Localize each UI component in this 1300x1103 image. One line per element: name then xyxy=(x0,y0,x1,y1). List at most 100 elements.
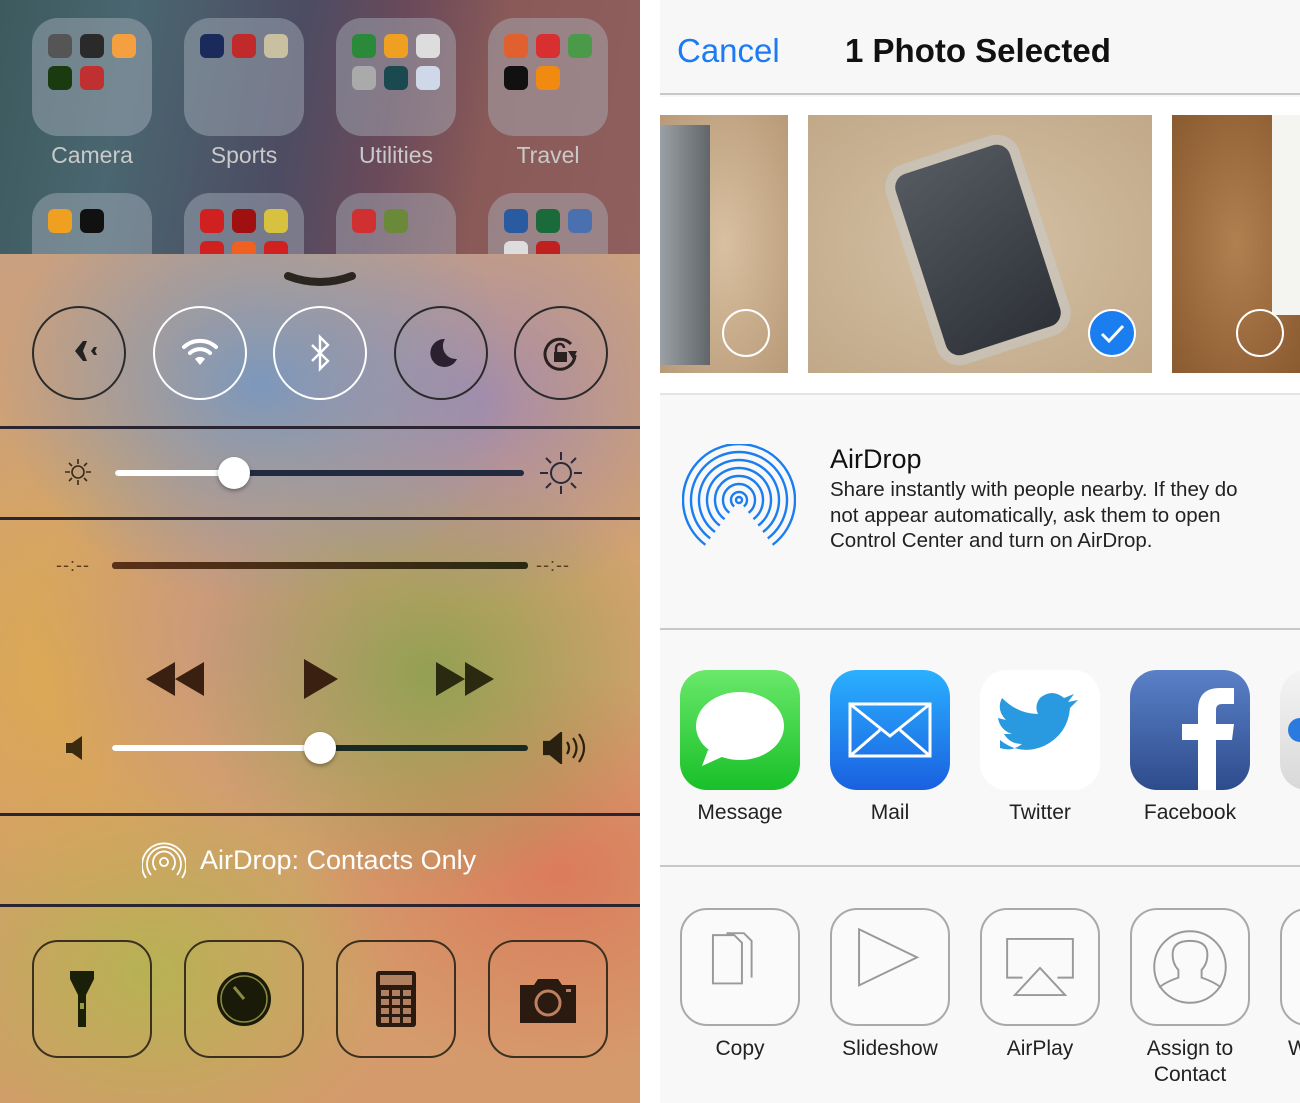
app-icon[interactable] xyxy=(416,34,440,58)
selection-circle[interactable] xyxy=(1236,309,1284,357)
airplane-icon xyxy=(63,341,97,361)
app-icon[interactable] xyxy=(232,34,256,58)
remaining-time: --:-- xyxy=(536,555,570,575)
app-icon[interactable] xyxy=(384,34,408,58)
share-app-twitter[interactable]: Twitter xyxy=(980,670,1100,826)
folder-camera[interactable] xyxy=(32,18,152,136)
share-action-label: W xyxy=(1288,1037,1300,1060)
airdrop-button[interactable]: AirDrop: Contacts Only xyxy=(142,840,476,880)
app-icon[interactable] xyxy=(504,209,528,233)
app-icon[interactable] xyxy=(384,209,408,233)
camera-button[interactable] xyxy=(488,940,608,1058)
cancel-button[interactable]: Cancel xyxy=(677,32,780,70)
contact-icon xyxy=(1153,930,1227,1004)
folder-utilities[interactable] xyxy=(336,18,456,136)
app-icon[interactable] xyxy=(48,209,72,233)
app-icon[interactable] xyxy=(352,66,376,90)
app-icon[interactable] xyxy=(200,209,224,233)
app-icon[interactable] xyxy=(504,66,528,90)
volume-low-icon xyxy=(66,736,82,760)
app-icon[interactable] xyxy=(232,209,256,233)
app-icon[interactable] xyxy=(200,34,224,58)
divider xyxy=(660,865,1300,867)
app-icon[interactable] xyxy=(568,34,592,58)
share-app-mail[interactable]: Mail xyxy=(830,670,950,826)
rotation-lock-toggle[interactable] xyxy=(514,306,608,400)
share-action-contact[interactable]: Assign to Contact xyxy=(1130,908,1250,1088)
folder-sports[interactable] xyxy=(184,18,304,136)
app-icon[interactable] xyxy=(416,66,440,90)
app-icon[interactable] xyxy=(536,34,560,58)
airplane-mode-toggle[interactable] xyxy=(32,306,126,400)
playback-scrubber[interactable] xyxy=(112,562,528,569)
airdrop-title: AirDrop xyxy=(830,444,922,474)
elapsed-time: --:-- xyxy=(56,555,90,575)
calculator-button[interactable] xyxy=(336,940,456,1058)
folder-travel[interactable] xyxy=(488,18,608,136)
control-center-screen: Camera Sports Utilities Travel --:-- --:-- … xyxy=(0,0,640,1103)
app-icon-tile xyxy=(680,670,800,790)
divider xyxy=(660,628,1300,630)
play-icon[interactable] xyxy=(302,659,338,699)
box xyxy=(1272,115,1300,315)
fast-forward-icon[interactable] xyxy=(436,662,494,696)
share-app-label: Mail xyxy=(870,801,910,824)
rotation-lock-icon xyxy=(543,337,577,371)
divider xyxy=(0,904,640,907)
app-icon[interactable] xyxy=(568,209,592,233)
photo-thumbnail[interactable] xyxy=(808,115,1152,373)
share-action-copy[interactable]: Copy xyxy=(680,908,800,1062)
brightness-high-icon xyxy=(540,452,582,494)
app-icon[interactable] xyxy=(264,34,288,58)
app-icon[interactable] xyxy=(48,66,72,90)
share-app-label: Facebook xyxy=(1143,801,1237,824)
divider xyxy=(0,813,640,816)
airdrop-description: Share instantly with people nearby. If t… xyxy=(830,478,1238,552)
app-icon[interactable] xyxy=(352,34,376,58)
share-app-message[interactable]: Message xyxy=(680,670,800,826)
share-action-airplay[interactable]: AirPlay xyxy=(980,908,1100,1062)
airdrop-icon xyxy=(682,444,796,546)
app-icon[interactable] xyxy=(352,209,376,233)
divider xyxy=(0,426,640,429)
app-icon[interactable] xyxy=(80,34,104,58)
action-icon-tile xyxy=(1280,908,1300,1026)
selection-circle[interactable] xyxy=(722,309,770,357)
brightness-slider-knob[interactable] xyxy=(217,457,250,489)
rewind-icon[interactable] xyxy=(146,662,204,696)
app-icon[interactable] xyxy=(504,34,528,58)
flashlight-button[interactable] xyxy=(32,940,152,1058)
bluetooth-toggle[interactable] xyxy=(273,306,367,400)
folder-label: Camera xyxy=(51,142,133,168)
folder-label: Travel xyxy=(516,142,580,168)
flashlight-icon xyxy=(70,971,94,1027)
photo-thumbnail[interactable] xyxy=(1172,115,1300,373)
do-not-disturb-toggle[interactable] xyxy=(394,306,488,400)
photo-thumbnail[interactable] xyxy=(660,115,788,373)
app-icon[interactable] xyxy=(80,209,104,233)
app-icon[interactable] xyxy=(536,209,560,233)
app-icon-tile xyxy=(830,670,950,790)
app-icon[interactable] xyxy=(80,66,104,90)
app-icon-tile xyxy=(1130,670,1250,790)
share-action-slideshow[interactable]: Slideshow xyxy=(830,908,950,1062)
airdrop-icon xyxy=(142,842,186,879)
share-app-more[interactable] xyxy=(1280,670,1300,790)
share-action-partial-action[interactable]: W xyxy=(1280,908,1300,1062)
dismiss-chevron-icon[interactable] xyxy=(284,270,356,290)
volume-slider-knob[interactable] xyxy=(304,732,336,764)
app-icon[interactable] xyxy=(264,209,288,233)
app-icon[interactable] xyxy=(112,34,136,58)
facebook-icon xyxy=(1182,688,1234,790)
share-app-facebook[interactable]: Facebook xyxy=(1130,670,1250,826)
selected-checkmark[interactable] xyxy=(1088,309,1136,357)
app-icon[interactable] xyxy=(384,66,408,90)
wifi-toggle[interactable] xyxy=(153,306,247,400)
action-icon-tile xyxy=(830,908,950,1026)
app-icon[interactable] xyxy=(536,66,560,90)
share-app-label: Message xyxy=(697,801,783,824)
timer-button[interactable] xyxy=(184,940,304,1058)
app-icon[interactable] xyxy=(48,34,72,58)
share-app-label: Twitter xyxy=(1009,801,1071,824)
twitter-icon xyxy=(998,693,1078,750)
